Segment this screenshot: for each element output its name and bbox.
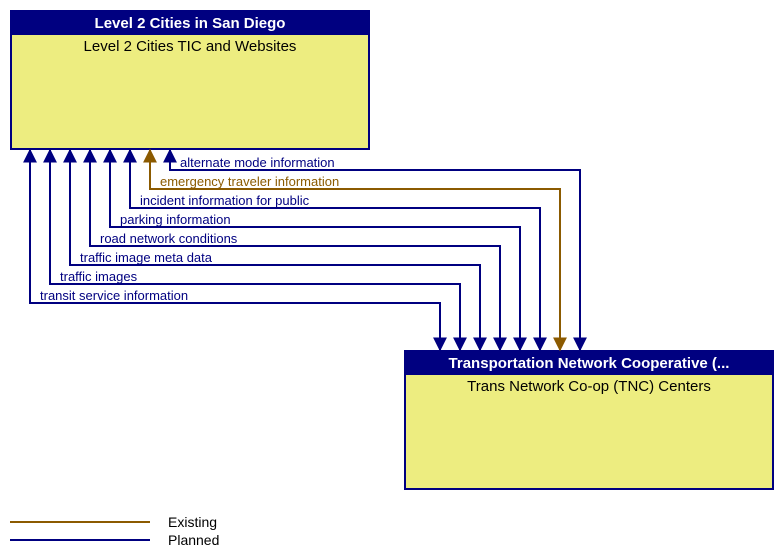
node-tnc-centers-label: Trans Network Co-op (TNC) Centers xyxy=(406,375,772,398)
flow-label-traffic-images: traffic images xyxy=(60,270,137,284)
flow-label-road-network-conditions: road network conditions xyxy=(100,232,237,246)
legend-text-planned: Planned xyxy=(168,532,219,548)
node-level2-cities-label: Level 2 Cities TIC and Websites xyxy=(12,35,368,58)
legend-line-existing xyxy=(10,521,150,523)
node-tnc-centers[interactable]: Transportation Network Cooperative (... … xyxy=(404,350,774,490)
legend-row-existing: Existing xyxy=(10,514,219,530)
legend-row-planned: Planned xyxy=(10,532,219,548)
node-tnc-centers-header: Transportation Network Cooperative (... xyxy=(406,352,772,375)
flow-label-incident-information-for-public: incident information for public xyxy=(140,194,309,208)
node-level2-cities[interactable]: Level 2 Cities in San Diego Level 2 Citi… xyxy=(10,10,370,150)
flow-label-traffic-image-meta-data: traffic image meta data xyxy=(80,251,212,265)
legend: Existing Planned xyxy=(10,512,219,548)
legend-line-planned xyxy=(10,539,150,541)
flow-label-transit-service-information: transit service information xyxy=(40,289,188,303)
flow-label-alternate-mode-information: alternate mode information xyxy=(180,156,335,170)
legend-text-existing: Existing xyxy=(168,514,217,530)
node-level2-cities-header: Level 2 Cities in San Diego xyxy=(12,12,368,35)
flow-label-emergency-traveler-information: emergency traveler information xyxy=(160,175,339,189)
flow-label-parking-information: parking information xyxy=(120,213,231,227)
